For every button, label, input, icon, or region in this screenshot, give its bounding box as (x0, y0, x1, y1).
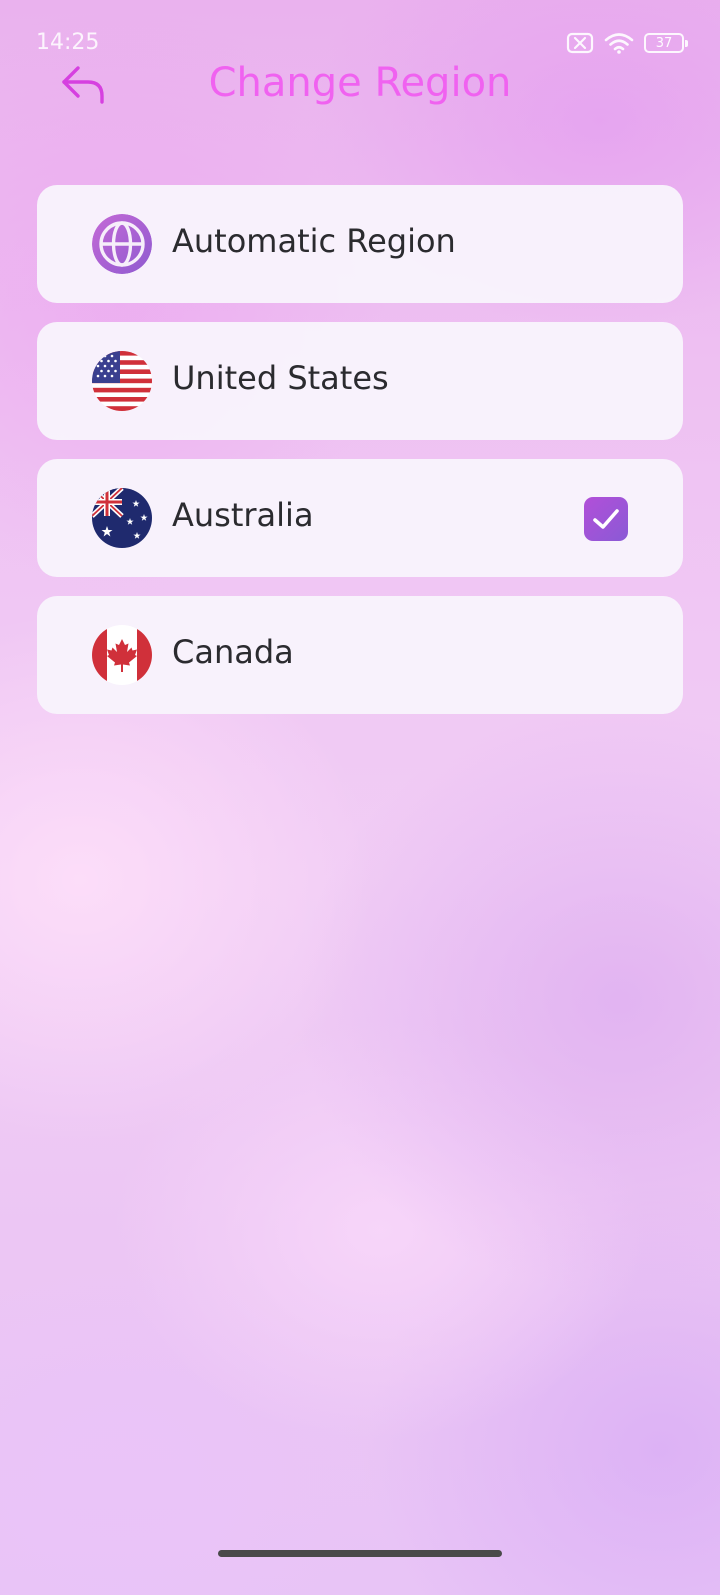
us-flag-icon (92, 351, 152, 411)
selected-checkbox[interactable] (584, 497, 628, 541)
region-label: United States (172, 359, 389, 397)
page-title: Change Region (208, 60, 512, 106)
status-icons: 37 (566, 32, 688, 54)
region-item-united-states[interactable]: United States (37, 322, 683, 440)
region-label: Canada (172, 633, 294, 671)
region-label: Automatic Region (172, 222, 456, 260)
status-time: 14:25 (36, 30, 100, 55)
checkmark-icon (593, 509, 619, 529)
globe-icon (92, 214, 152, 274)
australia-flag-icon (92, 488, 152, 548)
region-item-australia[interactable]: Australia (37, 459, 683, 577)
canada-flag-icon (92, 625, 152, 685)
region-label: Australia (172, 496, 314, 534)
battery-level: 37 (655, 35, 673, 51)
home-indicator[interactable] (218, 1550, 502, 1557)
battery-icon: 37 (644, 33, 688, 53)
notification-muted-icon (566, 32, 594, 54)
region-item-automatic[interactable]: Automatic Region (37, 185, 683, 303)
wifi-icon (604, 32, 634, 54)
region-item-canada[interactable]: Canada (37, 596, 683, 714)
region-list: Automatic Region United States Australia… (37, 185, 683, 733)
